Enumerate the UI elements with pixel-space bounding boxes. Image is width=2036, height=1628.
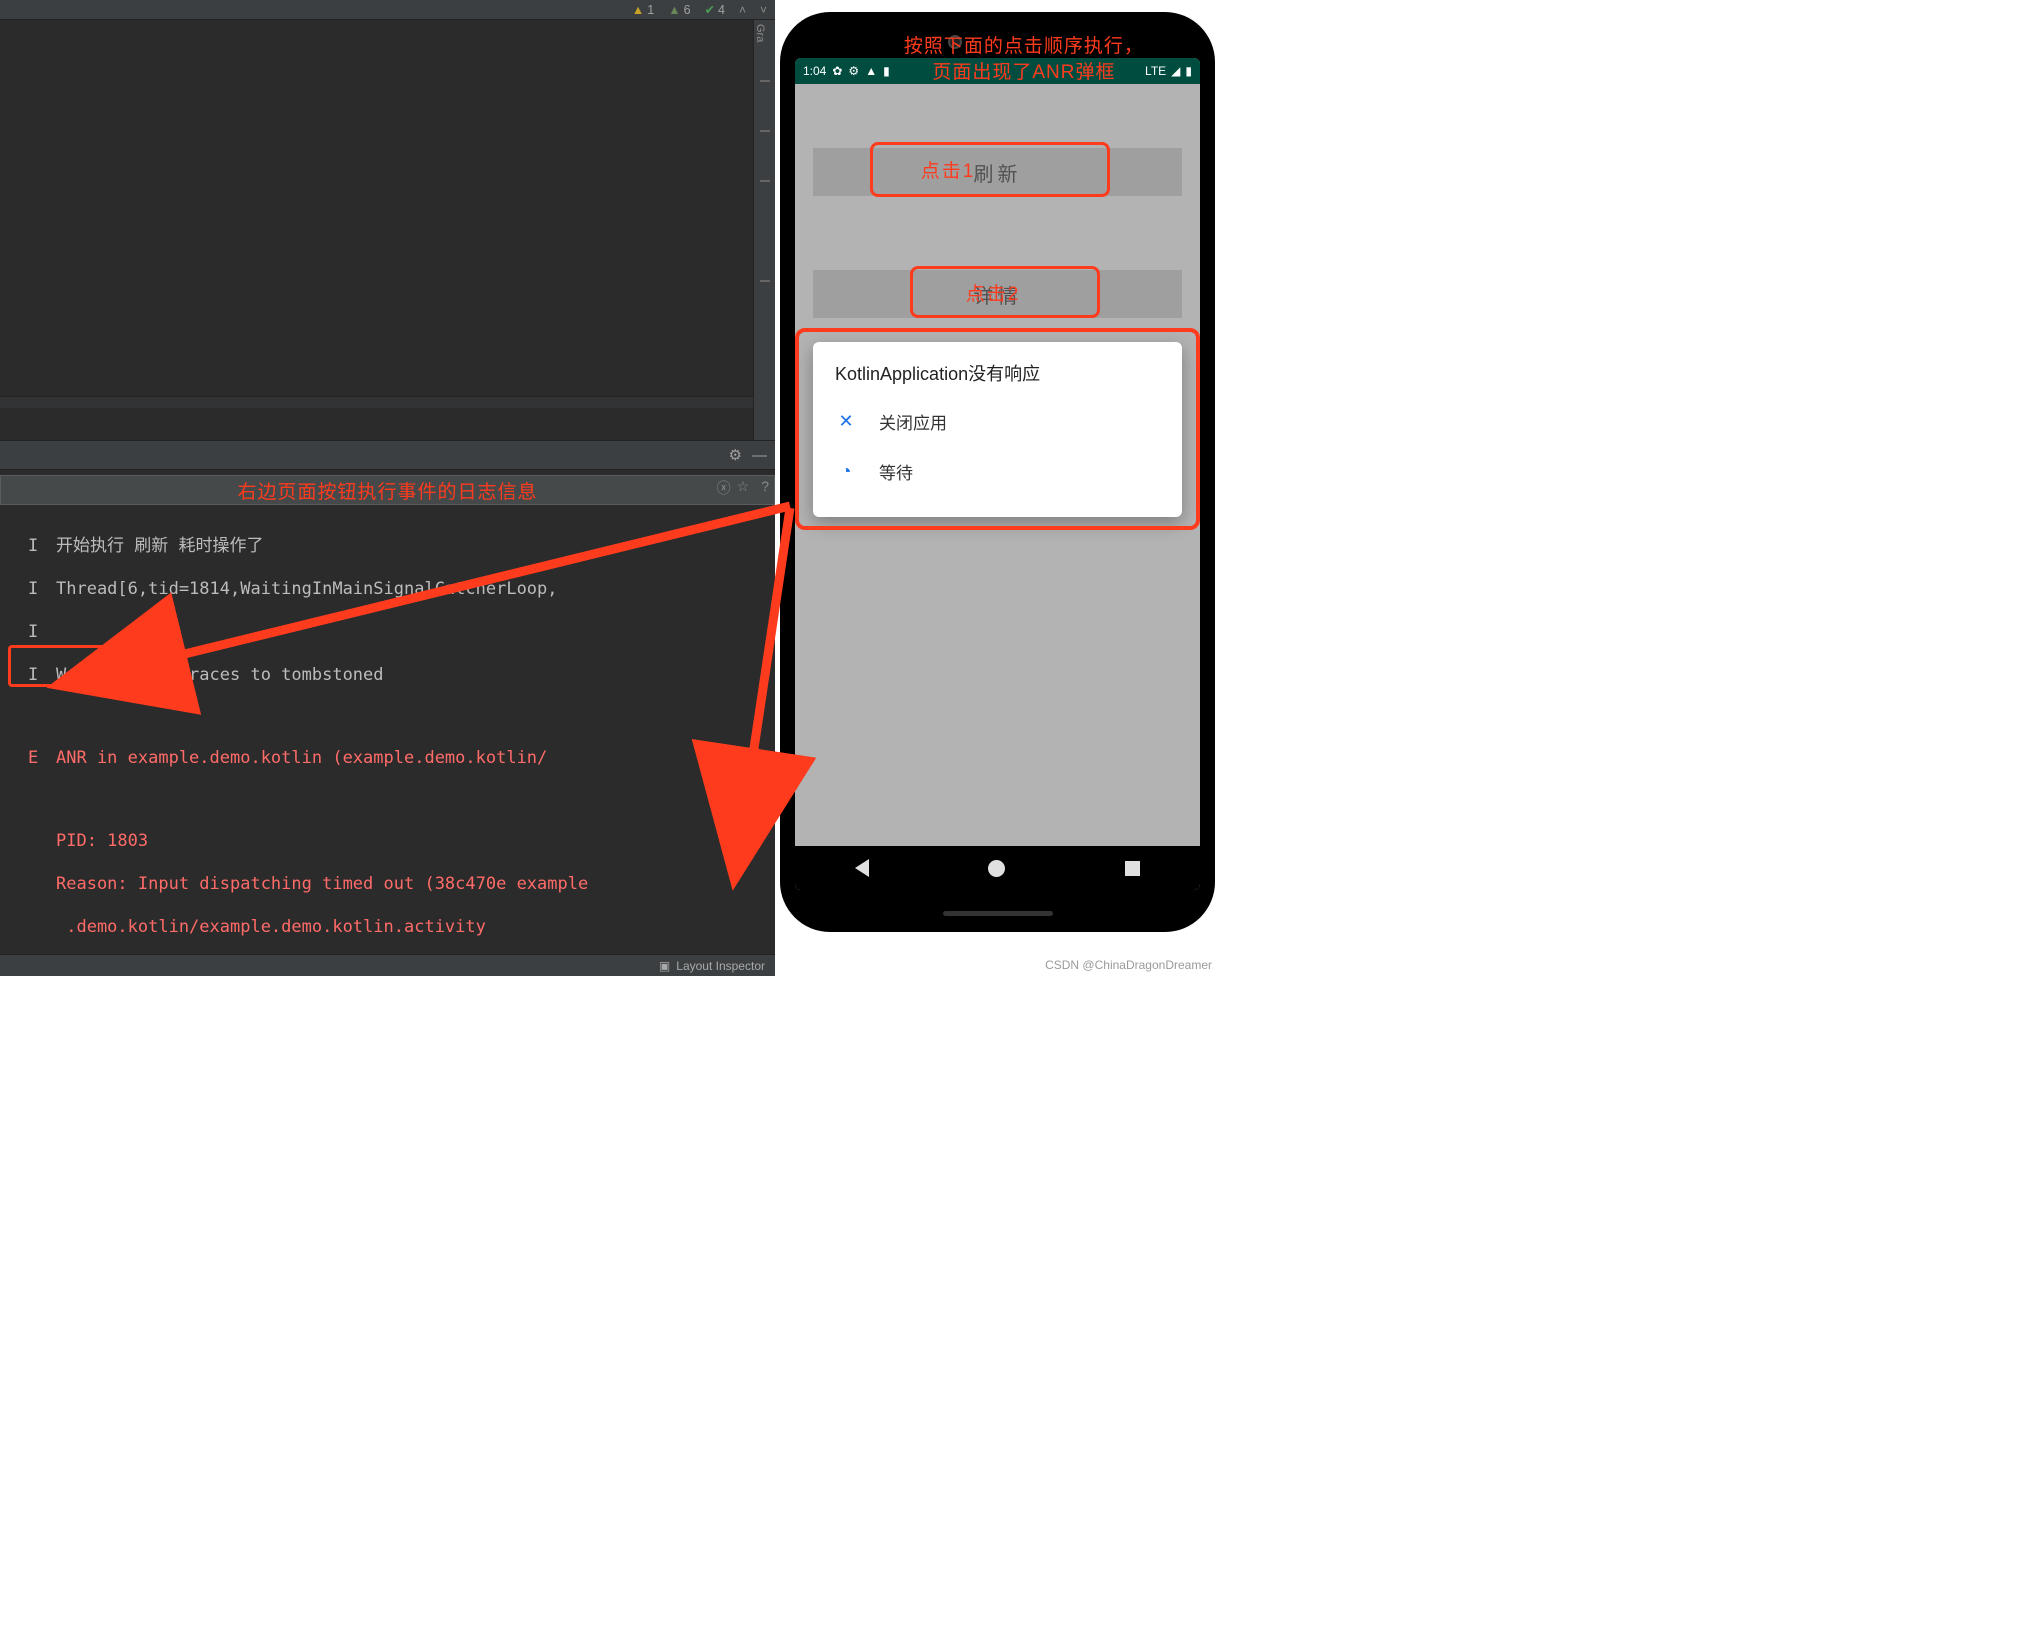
gradle-tool-label[interactable]: Gra [754, 20, 766, 42]
nav-back-button[interactable] [855, 859, 869, 877]
clock-icon: ◔ [835, 461, 857, 482]
log-level: I [28, 664, 56, 687]
warning-yellow-indicator[interactable]: ▲ 1 [632, 3, 654, 17]
chevron-up-icon[interactable]: ˄ [739, 3, 746, 17]
chevron-down-icon[interactable]: ˅ [760, 3, 767, 17]
hide-icon[interactable]: — [752, 447, 767, 464]
log-text: Thread[6,tid=1814,WaitingInMainSignalCat… [56, 579, 558, 599]
logcat-annotation: 右边页面按钮执行事件的日志信息 [237, 477, 537, 504]
gear-icon[interactable]: ⚙ [729, 446, 742, 464]
log-level: I [28, 578, 56, 601]
gear-icon: ✿ [832, 64, 842, 78]
phone-annotation: 按照下面的点击顺序执行， 页面出现了ANR弹框 [859, 34, 1189, 85]
status-time: 1:04 [803, 64, 826, 78]
anr-dialog-title: KotlinApplication没有响应 [813, 360, 1182, 396]
android-nav-bar [795, 846, 1200, 890]
warning-yellow-count: 1 [647, 3, 654, 17]
star-icon[interactable]: ☆ [737, 478, 750, 498]
check-count: 4 [718, 3, 725, 17]
clear-icon[interactable]: ⓧ [717, 478, 731, 498]
help-icon[interactable]: ? [761, 478, 769, 498]
editor-area[interactable] [0, 20, 753, 408]
log-level: I [28, 535, 56, 558]
anr-dialog: KotlinApplication没有响应 ✕ 关闭应用 ◔ 等待 [813, 342, 1182, 517]
warning-green-indicator[interactable]: ▲ 6 [668, 3, 690, 17]
anr-wait-label: 等待 [879, 459, 913, 484]
log-text: 开始执行 刷新 耗时操作了 [56, 536, 263, 556]
check-icon: ✔ [705, 2, 715, 17]
log-text: PID: 1803 [56, 831, 148, 851]
layout-inspector-icon: ▣ [659, 959, 670, 973]
watermark: CSDN @ChinaDragonDreamer [1045, 958, 1212, 972]
phone-screen: 1:04 ✿ ⚙ ▲ ▮ LTE ◢ ▮ 刷新 详情 [795, 58, 1200, 890]
warning-icon: ▲ [632, 3, 644, 17]
log-text: Wrote stack traces to tombstoned [56, 665, 384, 685]
warning-icon: ▲ [668, 3, 680, 17]
right-gutter: Gra [753, 20, 775, 450]
gear-icon: ⚙ [848, 64, 859, 78]
log-level: E [28, 747, 56, 770]
anr-close-label: 关闭应用 [879, 409, 947, 434]
log-text: ANR in example.demo.kotlin (example.demo… [56, 748, 547, 768]
ide-inspection-bar: ▲ 1 ▲ 6 ✔ 4 ˄ ˅ [0, 0, 775, 20]
nav-home-button[interactable] [988, 860, 1005, 877]
log-level: I [28, 621, 56, 644]
app-content: 刷新 详情 点击1 点击2 KotlinApplication没有响应 ✕ 关闭… [795, 84, 1200, 846]
log-text: Reason: Input dispatching timed out (38c… [56, 874, 588, 894]
editor-horizontal-scrollbar[interactable] [0, 396, 753, 408]
phone-home-indicator [943, 911, 1053, 916]
layout-inspector-button[interactable]: Layout Inspector [676, 959, 765, 973]
check-indicator[interactable]: ✔ 4 [705, 2, 725, 17]
anr-close-app-button[interactable]: ✕ 关闭应用 [813, 396, 1182, 446]
anr-wait-button[interactable]: ◔ 等待 [813, 446, 1182, 496]
logcat-toolbar: ⚙ — [0, 440, 775, 470]
ide-status-bar: ▣ Layout Inspector [0, 954, 775, 976]
phone-frame: 按照下面的点击顺序执行， 页面出现了ANR弹框 1:04 ✿ ⚙ ▲ ▮ LTE… [780, 12, 1215, 932]
logcat-search-row: 右边页面按钮执行事件的日志信息 ⓧ ☆ ? [0, 470, 775, 510]
ide-panel: ▲ 1 ▲ 6 ✔ 4 ˄ ˅ Gra ⚙ — [0, 0, 775, 976]
nav-recent-button[interactable] [1125, 861, 1140, 876]
warning-green-count: 6 [684, 3, 691, 17]
log-text: .demo.kotlin/example.demo.kotlin.activit… [56, 917, 486, 937]
close-icon: ✕ [835, 411, 857, 432]
logcat-output[interactable]: I开始执行 刷新 耗时操作了 IThread[6,tid=1814,Waitin… [0, 515, 775, 960]
